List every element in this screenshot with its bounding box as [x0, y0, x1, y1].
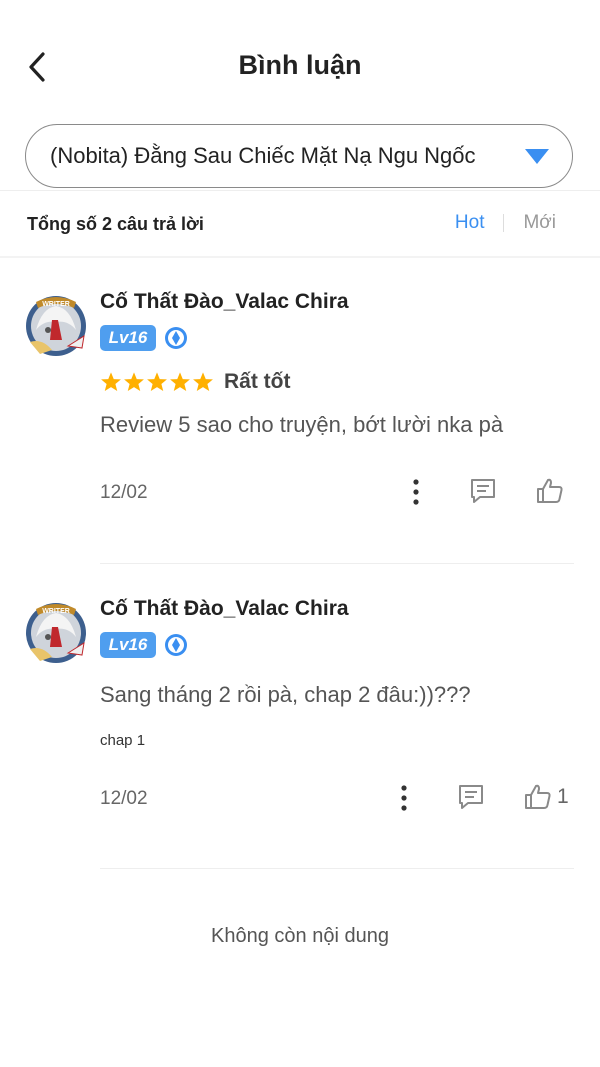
star-icon — [170, 372, 190, 391]
summary-bar: Tổng số 2 câu trả lời Hot Mới — [0, 190, 600, 256]
triangle-down-icon — [525, 149, 549, 164]
chapter-tag: chap 1 — [100, 732, 146, 749]
avatar[interactable]: WRITER — [22, 597, 90, 665]
story-selector[interactable]: (Nobita) Đằng Sau Chiếc Mặt Nạ Ngu Ngốc — [25, 124, 573, 188]
star-icon — [101, 372, 121, 391]
star-icon — [193, 372, 213, 391]
avatar-image: WRITER — [26, 296, 86, 356]
sort-tabs: Hot Mới — [455, 212, 556, 234]
sort-tab-new[interactable]: Mới — [523, 212, 556, 234]
more-vertical-icon — [401, 785, 407, 811]
comment-date: 12/02 — [100, 482, 148, 503]
rating-label: Rất tốt — [224, 370, 291, 393]
tier-badge-icon — [165, 327, 187, 349]
avatar[interactable]: WRITER — [22, 290, 90, 358]
comment-item: WRITER Cố Thất Đào_Valac Chira Lv16 Sang… — [0, 587, 600, 869]
comment-username[interactable]: Cố Thất Đào_Valac Chira — [100, 597, 349, 621]
like-button[interactable] — [535, 476, 569, 506]
level-badge: Lv16 — [100, 632, 156, 658]
thumbs-up-icon — [525, 784, 551, 809]
comment-icon — [459, 785, 483, 809]
like-button[interactable]: 1 — [523, 782, 569, 812]
total-answers-count: Tổng số 2 câu trả lời — [27, 214, 204, 234]
star-icon — [124, 372, 144, 391]
more-options-button[interactable] — [393, 784, 415, 812]
rating-row: Rất tốt — [100, 370, 291, 394]
more-options-button[interactable] — [405, 478, 427, 506]
thumbs-up-icon — [537, 478, 563, 503]
divider — [100, 563, 574, 564]
avatar-image: WRITER — [26, 603, 86, 663]
svg-text:WRITER: WRITER — [42, 301, 70, 308]
svg-text:WRITER: WRITER — [42, 608, 70, 615]
comment-username[interactable]: Cố Thất Đào_Valac Chira — [100, 290, 349, 314]
comment-icon — [471, 479, 495, 503]
level-badge: Lv16 — [100, 325, 156, 351]
comment-date: 12/02 — [100, 788, 148, 809]
reply-button[interactable] — [468, 476, 498, 506]
story-selector-value: (Nobita) Đằng Sau Chiếc Mặt Nạ Ngu Ngốc — [50, 143, 476, 168]
reply-button[interactable] — [456, 782, 486, 812]
sort-tab-hot[interactable]: Hot — [455, 212, 485, 234]
star-icon — [147, 372, 167, 391]
more-vertical-icon — [413, 479, 419, 505]
comment-text: Review 5 sao cho truyện, bớt lười nka pà — [100, 412, 504, 437]
divider — [100, 868, 574, 869]
tier-badge-icon — [165, 634, 187, 656]
header: Bình luận — [0, 0, 600, 110]
like-count: 1 — [557, 785, 569, 808]
page-title: Bình luận — [238, 50, 362, 80]
divider — [0, 256, 600, 258]
star-rating — [100, 371, 215, 393]
sort-separator — [503, 214, 505, 232]
comment-text: Sang tháng 2 rồi pà, chap 2 đâu:))??? — [100, 682, 471, 707]
comment-item: WRITER Cố Thất Đào_Valac Chira Lv16 Rất … — [0, 280, 600, 564]
end-of-list-text: Không còn nội dung — [211, 925, 389, 947]
